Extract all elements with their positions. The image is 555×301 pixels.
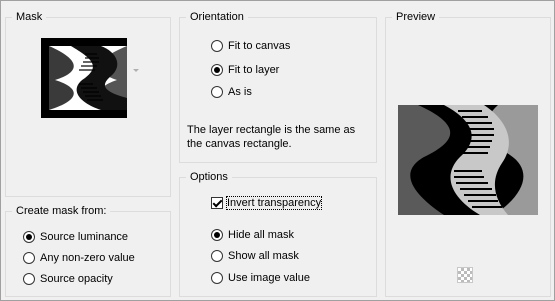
radio-button[interactable] xyxy=(23,231,35,243)
mask-dialog: Mask Create mask from: Source luminance … xyxy=(0,0,555,301)
any-nonzero-radio[interactable]: Any non-zero value xyxy=(23,250,135,266)
radio-button[interactable] xyxy=(211,250,223,262)
options-title: Options xyxy=(186,170,232,184)
radio-label: Fit to layer xyxy=(228,64,280,76)
radio-label: Use image value xyxy=(228,272,310,284)
preview-image xyxy=(398,105,538,215)
fit-to-layer-radio[interactable]: Fit to layer xyxy=(211,62,279,78)
info-line: The layer rectangle is the same as xyxy=(187,124,356,136)
radio-label: Fit to canvas xyxy=(228,40,291,52)
orientation-title: Orientation xyxy=(186,10,248,24)
radio-label: Show all mask xyxy=(228,250,299,262)
checkbox-label: Invert transparency xyxy=(225,196,323,210)
show-all-mask-radio[interactable]: Show all mask xyxy=(211,248,299,264)
radio-button[interactable] xyxy=(211,40,223,52)
radio-label: Source luminance xyxy=(40,231,129,243)
mask-thumbnail[interactable] xyxy=(41,38,127,118)
radio-label: Any non-zero value xyxy=(40,252,135,264)
hide-all-mask-radio[interactable]: Hide all mask xyxy=(211,227,294,243)
as-is-radio[interactable]: As is xyxy=(211,84,252,100)
radio-button[interactable] xyxy=(211,64,223,76)
create-mask-title: Create mask from: xyxy=(12,204,111,218)
invert-transparency-checkbox[interactable]: Invert transparency xyxy=(211,195,323,211)
checkbox[interactable] xyxy=(211,197,223,209)
source-opacity-radio[interactable]: Source opacity xyxy=(23,271,113,287)
radio-label: Source opacity xyxy=(40,273,113,285)
radio-label: Hide all mask xyxy=(228,229,295,241)
mask-group-title: Mask xyxy=(12,10,47,24)
radio-button[interactable] xyxy=(211,86,223,98)
fit-to-canvas-radio[interactable]: Fit to canvas xyxy=(211,38,290,54)
use-image-value-radio[interactable]: Use image value xyxy=(211,270,310,286)
checkerboard-icon[interactable] xyxy=(457,267,473,283)
orientation-info: The layer rectangle is the same as the c… xyxy=(187,123,355,151)
radio-button[interactable] xyxy=(211,272,223,284)
chevron-down-icon[interactable] xyxy=(133,69,139,72)
radio-button[interactable] xyxy=(23,252,35,264)
radio-button[interactable] xyxy=(211,229,223,241)
source-luminance-radio[interactable]: Source luminance xyxy=(23,229,128,245)
preview-title: Preview xyxy=(392,10,440,24)
radio-label: As is xyxy=(228,86,252,98)
radio-button[interactable] xyxy=(23,273,35,285)
info-line: the canvas rectangle. xyxy=(187,138,292,150)
